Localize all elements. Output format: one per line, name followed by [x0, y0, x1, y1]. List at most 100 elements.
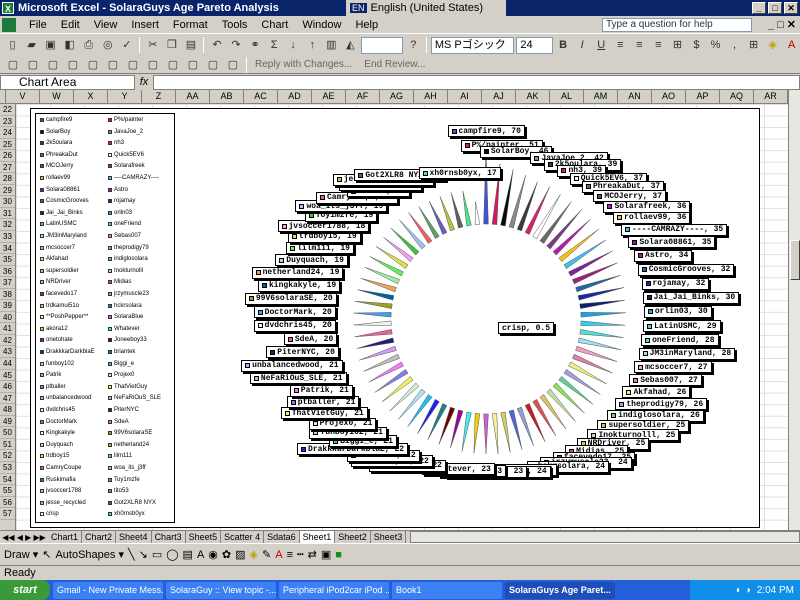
- currency-icon[interactable]: $: [688, 36, 705, 54]
- data-label[interactable]: Duyquach, 19: [275, 254, 348, 267]
- menu-chart[interactable]: Chart: [254, 19, 295, 31]
- pie-slice[interactable]: [524, 186, 550, 235]
- row-header[interactable]: 27: [0, 162, 15, 174]
- menu-insert[interactable]: Insert: [124, 19, 166, 31]
- underline-button[interactable]: U: [593, 36, 610, 54]
- column-header[interactable]: Z: [142, 90, 176, 103]
- diagram-icon[interactable]: ◉: [208, 548, 218, 561]
- align-left-icon[interactable]: ≡: [612, 36, 629, 54]
- 3d-icon[interactable]: ■: [335, 549, 342, 561]
- review-icon-7[interactable]: ▢: [124, 56, 142, 74]
- picture-icon[interactable]: ▨: [235, 548, 245, 561]
- chart-area[interactable]: campfire9 SolarBoy 2k5oulara PhreakaDut MCOJ…: [30, 108, 760, 528]
- data-label[interactable]: Astro, 34: [634, 249, 693, 262]
- row-header[interactable]: 23: [0, 116, 15, 128]
- pie-slice[interactable]: [399, 219, 426, 250]
- data-label[interactable]: unbalancedwood, 21: [241, 359, 343, 372]
- comma-icon[interactable]: ,: [726, 36, 743, 54]
- end-review-button[interactable]: End Review...: [364, 59, 425, 70]
- pie-slice[interactable]: [461, 411, 472, 452]
- column-header[interactable]: X: [74, 90, 108, 103]
- task-gmail[interactable]: Gmail - New Private Mess...: [53, 581, 163, 599]
- align-right-icon[interactable]: ≡: [650, 36, 667, 54]
- review-icon-9[interactable]: ▢: [164, 56, 182, 74]
- data-label[interactable]: Sebas007, 27: [629, 374, 702, 387]
- column-header[interactable]: AL: [550, 90, 584, 103]
- tray-icons[interactable]: ◐ ◑: [736, 585, 751, 596]
- row-header[interactable]: 36: [0, 266, 15, 278]
- pie-slice[interactable]: [539, 394, 567, 430]
- pie-slice[interactable]: [546, 388, 576, 422]
- spelling-icon[interactable]: ✓: [118, 36, 135, 54]
- pie-slice[interactable]: [568, 361, 607, 385]
- row-header[interactable]: 32: [0, 219, 15, 232]
- review-icon-12[interactable]: ▢: [224, 56, 242, 74]
- line-style-icon[interactable]: ≡: [287, 549, 293, 561]
- row-header[interactable]: 37: [0, 277, 15, 289]
- pie-slice[interactable]: [353, 312, 392, 318]
- line-icon[interactable]: ╲: [128, 548, 135, 561]
- row-header[interactable]: 28: [0, 173, 15, 185]
- review-icon-4[interactable]: ▢: [64, 56, 82, 74]
- pie-slice[interactable]: [390, 227, 420, 256]
- row-header[interactable]: 56: [0, 497, 15, 509]
- pie-slice[interactable]: [516, 181, 538, 232]
- print-icon[interactable]: ⎙: [80, 36, 97, 54]
- review-icon-6[interactable]: ▢: [104, 56, 122, 74]
- row-header[interactable]: 42: [0, 335, 15, 347]
- scroll-thumb[interactable]: [790, 240, 800, 280]
- data-label[interactable]: rollaev99, 36: [613, 211, 691, 224]
- vertical-scrollbar[interactable]: [788, 90, 800, 530]
- pie-slice[interactable]: [500, 411, 511, 453]
- autoshapes-menu-button[interactable]: AutoShapes ▾: [55, 548, 124, 561]
- font-select[interactable]: MS Pゴシック: [430, 36, 515, 54]
- row-header[interactable]: 33: [0, 231, 15, 243]
- sheet-tab[interactable]: Sheet2: [335, 531, 371, 543]
- pie-slice[interactable]: [374, 369, 409, 393]
- textbox-icon[interactable]: ▤: [183, 548, 193, 561]
- sheet-tab[interactable]: Chart3: [151, 531, 186, 543]
- zoom-select[interactable]: [360, 36, 403, 54]
- column-header[interactable]: W: [40, 90, 74, 103]
- task-book1[interactable]: Book1: [392, 581, 502, 599]
- data-label[interactable]: dvdchris45, 20: [253, 319, 336, 332]
- pie-slice[interactable]: [354, 300, 393, 309]
- pie-slice[interactable]: [383, 237, 414, 262]
- row-header[interactable]: 43: [0, 346, 15, 359]
- data-label[interactable]: trdboy15, 19: [288, 230, 361, 243]
- pie-slice[interactable]: [462, 190, 472, 227]
- sort-descending-icon[interactable]: ↑: [304, 36, 321, 54]
- row-header[interactable]: 49: [0, 416, 15, 428]
- horizontal-scrollbar[interactable]: [410, 531, 800, 543]
- review-icon-5[interactable]: ▢: [84, 56, 102, 74]
- sheet-tab[interactable]: Sheet4: [116, 531, 152, 543]
- pie-slice[interactable]: [577, 287, 625, 301]
- bold-button[interactable]: B: [555, 36, 572, 54]
- data-label[interactable]: rojamay, 32: [641, 277, 710, 290]
- language-bar[interactable]: EN English (United States): [346, 0, 506, 16]
- data-label[interactable]: ptballer, 21: [286, 396, 360, 409]
- pie-slice[interactable]: [572, 262, 618, 285]
- redo-icon[interactable]: ↷: [228, 36, 245, 54]
- task-solaraguys-excel[interactable]: SolaraGuys Age Paret...: [505, 581, 615, 599]
- center-icon[interactable]: ≡: [631, 36, 648, 54]
- row-header[interactable]: 25: [0, 139, 15, 151]
- excel-app-icon[interactable]: X: [2, 2, 14, 14]
- font-color-icon[interactable]: A: [783, 36, 800, 54]
- help-search-input[interactable]: Type a question for help: [602, 17, 752, 32]
- row-header[interactable]: 54: [0, 474, 15, 486]
- row-header[interactable]: 45: [0, 370, 15, 382]
- pie-slice[interactable]: [381, 376, 414, 403]
- menu-tools[interactable]: Tools: [215, 19, 255, 31]
- column-header[interactable]: Y: [108, 90, 142, 103]
- sheet-tab[interactable]: Chart2: [82, 531, 117, 543]
- undo-icon[interactable]: ↶: [208, 36, 225, 54]
- font-size-select[interactable]: 24: [516, 36, 553, 54]
- row-header[interactable]: 53: [0, 462, 15, 474]
- column-header[interactable]: AF: [346, 90, 380, 103]
- pie-slice[interactable]: [357, 289, 395, 301]
- open-icon[interactable]: ▰: [23, 36, 40, 54]
- pie-slice[interactable]: [450, 409, 464, 449]
- data-label[interactable]: Solara08861, 35: [628, 236, 716, 249]
- pie-slice[interactable]: [474, 201, 481, 225]
